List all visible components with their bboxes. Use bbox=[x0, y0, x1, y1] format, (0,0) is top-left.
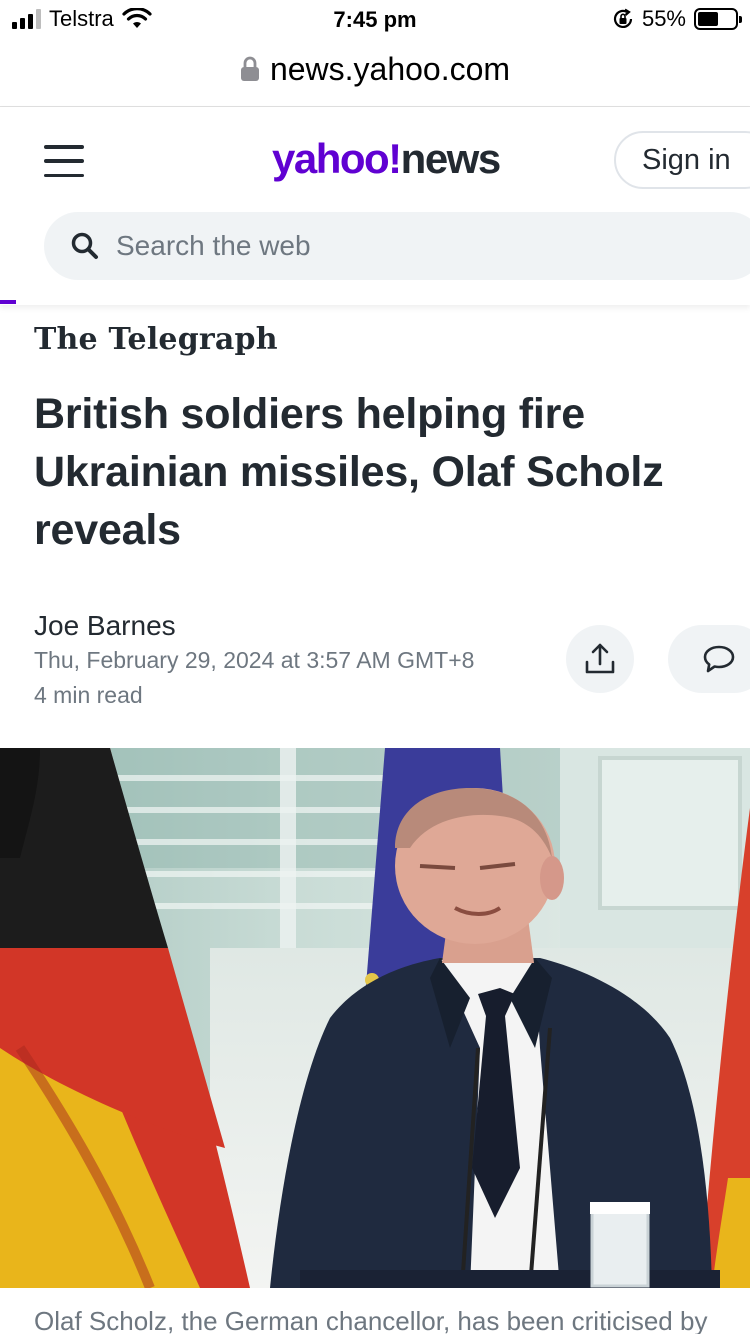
share-button[interactable] bbox=[566, 625, 634, 693]
site-header: yahoo!news Sign in bbox=[0, 107, 750, 305]
battery-icon bbox=[694, 8, 742, 30]
url-text: news.yahoo.com bbox=[269, 50, 511, 87]
search-bar[interactable] bbox=[44, 212, 750, 280]
share-icon bbox=[585, 643, 615, 674]
publisher-logo[interactable]: The Telegraph bbox=[34, 322, 278, 357]
orientation-lock-icon bbox=[613, 8, 633, 28]
logo-news: news bbox=[400, 135, 502, 182]
status-right: 55% bbox=[612, 6, 742, 32]
image-caption: Olaf Scholz, the German chancellor, has … bbox=[34, 1306, 708, 1334]
status-bar: Telstra 7:45 pm 55% bbox=[0, 0, 750, 40]
comment-icon bbox=[703, 645, 735, 673]
search-icon bbox=[71, 232, 98, 259]
battery-percent: 55% bbox=[641, 6, 686, 31]
hamburger-menu-icon[interactable] bbox=[44, 145, 84, 177]
comments-button[interactable] bbox=[668, 625, 750, 693]
battery-level bbox=[698, 12, 718, 26]
hero-photo-illustration bbox=[0, 748, 750, 1288]
page-load-progress bbox=[0, 300, 16, 304]
wifi-icon bbox=[122, 8, 152, 28]
lock-icon bbox=[240, 56, 259, 81]
article-headline: British soldiers helping fire Ukrainian … bbox=[34, 390, 664, 554]
status-left: Telstra bbox=[12, 6, 152, 32]
search-input[interactable] bbox=[116, 230, 676, 262]
article-hero-image[interactable] bbox=[0, 748, 750, 1288]
logo-yahoo: yahoo! bbox=[272, 135, 402, 182]
carrier-name: Telstra bbox=[49, 6, 114, 31]
article-author[interactable]: Joe Barnes bbox=[34, 610, 176, 642]
cellular-signal-icon bbox=[12, 9, 41, 29]
article-datetime: Thu, February 29, 2024 at 3:57 AM GMT+8 bbox=[34, 647, 475, 673]
sign-in-button[interactable]: Sign in bbox=[614, 131, 750, 189]
article-read-time: 4 min read bbox=[34, 682, 143, 708]
address-bar[interactable]: news.yahoo.com bbox=[0, 44, 750, 94]
yahoo-news-logo[interactable]: yahoo!news bbox=[272, 133, 502, 185]
